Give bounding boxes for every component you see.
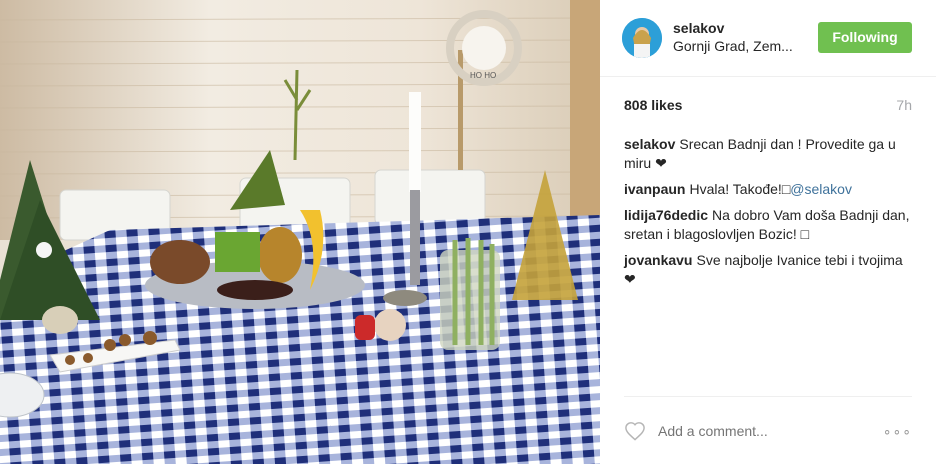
- add-comment-input[interactable]: [658, 423, 858, 439]
- heart-icon[interactable]: [624, 421, 646, 441]
- comments-list: selakov Srecan Badnji dan ! Provedite ga …: [624, 135, 914, 296]
- post-meta: 808 likes 7h: [624, 97, 912, 115]
- post-time[interactable]: 7h: [896, 97, 912, 113]
- following-button[interactable]: Following: [818, 22, 912, 53]
- comment: ivanpaun Hvala! Takođe!□@selakov: [624, 180, 914, 199]
- post-photo[interactable]: HO HO: [0, 0, 600, 464]
- comment: selakov Srecan Badnji dan ! Provedite ga …: [624, 135, 914, 173]
- username-link[interactable]: selakov: [673, 20, 724, 36]
- location-link[interactable]: Gornji Grad, Zem...: [673, 38, 803, 54]
- comment-footer: ∘∘∘: [624, 396, 912, 464]
- avatar[interactable]: [622, 18, 662, 58]
- post-header: selakov Gornji Grad, Zem... Following: [600, 0, 936, 77]
- comment-username[interactable]: lidija76dedic: [624, 207, 708, 223]
- comment-username[interactable]: jovankavu: [624, 252, 692, 268]
- comment-username[interactable]: ivanpaun: [624, 181, 685, 197]
- more-options-icon[interactable]: ∘∘∘: [883, 423, 912, 440]
- comment: jovankavu Sve najbolje Ivanice tebi i tvo…: [624, 251, 914, 289]
- post-sidebar: selakov Gornji Grad, Zem... Following 80…: [600, 0, 936, 464]
- svg-text:HO HO: HO HO: [470, 71, 496, 80]
- likes-count[interactable]: 808 likes: [624, 97, 682, 113]
- comment-username[interactable]: selakov: [624, 136, 675, 152]
- comment-mention[interactable]: @selakov: [790, 181, 852, 197]
- comment: lidija76dedic Na dobro Vam doša Badnji da…: [624, 206, 914, 244]
- comment-text: Hvala! Takođe!□: [689, 181, 791, 197]
